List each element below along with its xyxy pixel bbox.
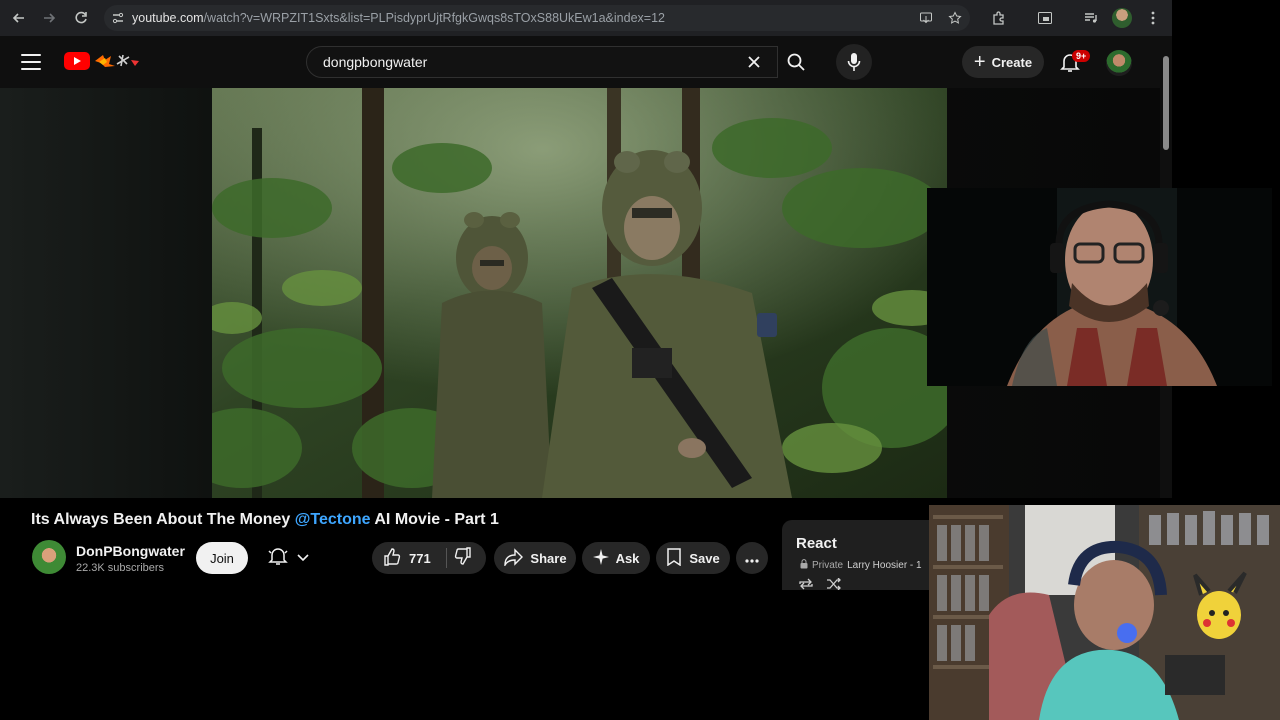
video-title: Its Always Been About The Money @Tectone… xyxy=(31,511,499,529)
tab-search-icon[interactable] xyxy=(1033,6,1057,30)
url-host: youtube.com xyxy=(132,11,204,25)
subscriber-count: 22.3K subscribers xyxy=(76,562,165,574)
playlist-panel[interactable]: React Private Larry Hoosier - 1 xyxy=(782,520,930,590)
webcam-image-bottom xyxy=(929,505,1280,720)
thumbs-down-icon xyxy=(453,546,473,571)
lock-icon xyxy=(800,559,808,572)
playlist-meta: Private Larry Hoosier - 1 xyxy=(800,559,922,572)
thumbs-up-icon xyxy=(382,547,402,570)
subscribed-bell-icon xyxy=(267,545,289,572)
video-title-mention-link[interactable]: @Tectone xyxy=(295,511,371,528)
ask-label: Ask xyxy=(615,550,640,566)
playlist-title[interactable]: React xyxy=(796,535,837,552)
create-button[interactable]: + Create xyxy=(962,46,1044,78)
playlist-privacy: Private xyxy=(812,560,844,571)
kebab-menu-icon[interactable] xyxy=(1141,6,1165,30)
bookmark-icon xyxy=(666,547,682,569)
more-dots-icon xyxy=(745,551,759,566)
voice-search-mic-icon[interactable] xyxy=(836,44,872,80)
extensions-puzzle-icon[interactable] xyxy=(987,6,1011,30)
shuffle-icon[interactable] xyxy=(826,577,842,590)
profile-avatar-icon[interactable] xyxy=(1110,6,1134,30)
video-title-text: Its Always Been About The Money xyxy=(31,511,295,528)
logo-doodle-icon xyxy=(93,52,141,70)
dislike-button[interactable] xyxy=(448,542,478,574)
site-info-icon[interactable] xyxy=(104,11,132,25)
webcam-overlay-bottom xyxy=(929,505,1280,720)
webcam-overlay-top xyxy=(927,188,1272,386)
save-button[interactable]: Save xyxy=(656,542,730,574)
account-avatar[interactable] xyxy=(1106,50,1132,76)
webcam-image xyxy=(927,188,1272,386)
browser-toolbar: youtube.com/watch?v=WRPZIT1Sxts&list=PLP… xyxy=(0,0,1172,36)
subscription-notification-button[interactable] xyxy=(256,542,320,574)
scrollbar-thumb[interactable] xyxy=(1163,56,1169,150)
youtube-play-icon xyxy=(64,52,90,70)
like-dislike-divider xyxy=(446,548,447,568)
ask-button[interactable]: Ask xyxy=(582,542,650,574)
bookmark-star-icon[interactable] xyxy=(946,9,964,27)
share-button[interactable]: Share xyxy=(494,542,576,574)
save-label: Save xyxy=(689,550,720,566)
url-path: /watch?v=WRPZIT1Sxts&list=PLPisdyprUjtRf… xyxy=(203,11,665,25)
search-box xyxy=(306,46,778,78)
install-app-icon[interactable] xyxy=(917,9,935,27)
video-player[interactable] xyxy=(212,88,947,498)
video-frame-image xyxy=(212,88,947,498)
notification-count-badge: 9+ xyxy=(1072,50,1091,62)
url-text: youtube.com/watch?v=WRPZIT1Sxts&list=PLP… xyxy=(132,11,665,25)
youtube-logo[interactable] xyxy=(64,52,141,70)
search-input[interactable] xyxy=(321,53,721,71)
like-count: 771 xyxy=(409,550,431,566)
masthead: + Create 9+ xyxy=(0,36,1172,88)
playlist-owner[interactable]: Larry Hoosier - 1 xyxy=(847,560,921,571)
address-bar[interactable]: youtube.com/watch?v=WRPZIT1Sxts&list=PLP… xyxy=(104,5,970,31)
hamburger-menu-icon[interactable] xyxy=(18,50,44,74)
media-controls-icon[interactable] xyxy=(1079,6,1103,30)
clear-search-icon[interactable] xyxy=(742,51,766,73)
channel-name[interactable]: DonPBongwater xyxy=(76,543,185,559)
search-icon[interactable] xyxy=(778,46,814,78)
forward-arrow-icon[interactable] xyxy=(34,3,64,33)
chevron-down-icon xyxy=(297,549,309,567)
reload-icon[interactable] xyxy=(66,3,96,33)
back-arrow-icon[interactable] xyxy=(4,3,34,33)
loop-icon[interactable] xyxy=(798,578,814,590)
page: youtube.com/watch?v=WRPZIT1Sxts&list=PLP… xyxy=(0,0,1280,720)
share-arrow-icon xyxy=(503,547,524,569)
create-label: Create xyxy=(991,54,1033,70)
channel-avatar[interactable] xyxy=(32,540,66,574)
share-label: Share xyxy=(530,550,567,566)
video-title-suffix: AI Movie - Part 1 xyxy=(370,511,499,528)
more-actions-button[interactable] xyxy=(736,542,768,574)
playlist-controls xyxy=(798,577,842,590)
sparkle-icon xyxy=(592,548,609,568)
plus-icon: + xyxy=(973,51,986,73)
join-button[interactable]: Join xyxy=(196,542,248,574)
